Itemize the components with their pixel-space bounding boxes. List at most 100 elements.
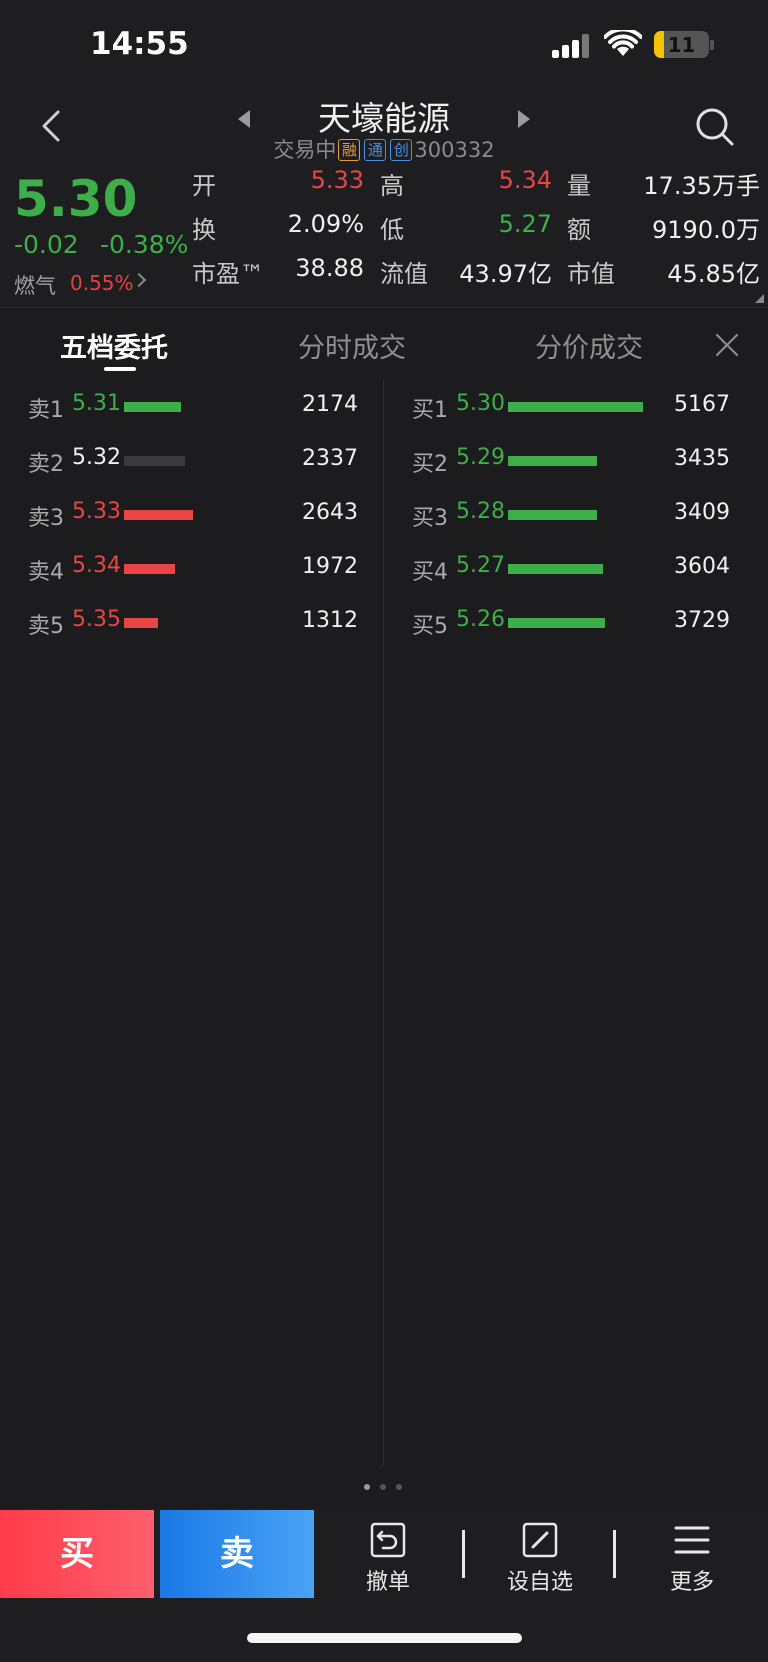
volume-value: 17.35万手 xyxy=(643,172,760,200)
battery-level: 11 xyxy=(667,33,696,57)
margin-tag: 融 xyxy=(338,139,361,161)
buy-level-label: 买5 xyxy=(412,614,448,639)
buy-price: 5.27 xyxy=(456,553,505,578)
high-value: 5.34 xyxy=(498,166,552,194)
buy-order-row[interactable]: 买2 5.29 3435 xyxy=(384,434,744,488)
current-price: 5.30 xyxy=(14,170,138,228)
tab-tick-trades[interactable]: 分时成交 xyxy=(298,326,406,365)
sell-level-label: 卖1 xyxy=(28,398,64,423)
buy-order-row[interactable]: 买1 5.30 5167 xyxy=(384,380,744,434)
sell-volume: 1972 xyxy=(302,554,358,579)
turnover-value: 2.09% xyxy=(287,210,364,238)
sell-price: 5.31 xyxy=(72,391,121,416)
sell-level-label: 卖3 xyxy=(28,506,64,531)
order-book: 卖1 5.31 2174 卖2 5.32 2337 卖3 5.33 2643 卖4 5.34 1972… xyxy=(0,380,768,1470)
buy-level-label: 买1 xyxy=(412,398,448,423)
buy-volume-bar xyxy=(508,564,603,574)
sell-order-row[interactable]: 卖4 5.34 1972 xyxy=(0,542,360,596)
page-indicator xyxy=(362,1484,408,1494)
add-watchlist-label: 设自选 xyxy=(506,1570,573,1595)
buy-volume-bar xyxy=(508,456,597,466)
more-label: 更多 xyxy=(669,1570,714,1595)
sell-order-row[interactable]: 卖2 5.32 2337 xyxy=(0,434,360,488)
high-label: 高 xyxy=(380,172,404,200)
active-tab-indicator xyxy=(104,367,136,371)
menu-icon xyxy=(674,1526,710,1554)
sell-price: 5.32 xyxy=(72,445,121,470)
sell-volume: 1312 xyxy=(302,608,358,633)
stock-code: 300332 xyxy=(414,138,495,162)
buy-order-row[interactable]: 买4 5.27 3604 xyxy=(384,542,744,596)
sell-level-label: 卖5 xyxy=(28,614,64,639)
market-cap-label: 市值 xyxy=(567,260,615,288)
search-icon[interactable] xyxy=(692,104,736,148)
wifi-icon xyxy=(604,30,642,56)
battery-tip xyxy=(710,40,714,50)
separator xyxy=(613,1530,616,1578)
buy-order-row[interactable]: 买3 5.28 3409 xyxy=(384,488,744,542)
buy-level-label: 买3 xyxy=(412,506,448,531)
sell-price: 5.34 xyxy=(72,553,121,578)
cancel-order-button[interactable]: 撤单 xyxy=(338,1522,438,1595)
chinext-tag: 创 xyxy=(390,139,413,161)
sell-price: 5.33 xyxy=(72,499,121,524)
amount-value: 9190.0万 xyxy=(652,216,760,244)
trading-status: 交易中 xyxy=(273,138,337,162)
buy-volume: 5167 xyxy=(674,392,730,417)
low-label: 低 xyxy=(380,216,404,244)
sell-order-row[interactable]: 卖1 5.31 2174 xyxy=(0,380,360,434)
cellular-signal-icon xyxy=(552,34,592,58)
buy-price: 5.26 xyxy=(456,607,505,632)
cancel-order-icon xyxy=(370,1522,406,1558)
sell-button[interactable]: 卖 xyxy=(160,1510,314,1598)
buy-level-label: 买4 xyxy=(412,560,448,585)
quote-panel: 5.30 -0.02 -0.38% 燃气 0.55% 开 5.33 高 5.34… xyxy=(0,162,768,308)
cancel-order-label: 撤单 xyxy=(365,1570,410,1595)
buy-volume: 3604 xyxy=(674,554,730,579)
sell-volume: 2337 xyxy=(302,446,358,471)
sell-volume: 2174 xyxy=(302,392,358,417)
sell-level-label: 卖4 xyxy=(28,560,64,585)
buy-volume-bar xyxy=(508,510,597,520)
home-indicator xyxy=(247,1633,522,1643)
stock-header: 天壕能源 交易中融通创 300332 xyxy=(0,92,768,162)
tab-price-volume[interactable]: 分价成交 xyxy=(535,326,643,365)
pe-value: 38.88 xyxy=(295,254,364,282)
low-value: 5.27 xyxy=(498,210,552,238)
sector-label[interactable]: 燃气 xyxy=(14,270,56,300)
buy-volume: 3435 xyxy=(674,446,730,471)
price-change-percent: -0.38% xyxy=(100,230,189,259)
open-label: 开 xyxy=(192,172,216,200)
pe-label: 市盈™ xyxy=(192,260,264,288)
close-icon[interactable] xyxy=(714,332,740,358)
edit-icon xyxy=(522,1522,558,1558)
detail-tabs: 五档委托 分时成交 分价成交 xyxy=(0,310,768,376)
sell-order-row[interactable]: 卖5 5.35 1312 xyxy=(0,596,360,650)
amount-label: 额 xyxy=(567,216,591,244)
expand-corner-icon[interactable] xyxy=(755,294,764,303)
stock-name: 天壕能源 xyxy=(318,99,450,138)
float-cap-value: 43.97亿 xyxy=(459,260,552,288)
sell-volume-bar xyxy=(124,564,175,574)
add-watchlist-button[interactable]: 设自选 xyxy=(490,1522,590,1595)
connect-tag: 通 xyxy=(364,139,387,161)
volume-label: 量 xyxy=(567,172,591,200)
market-cap-value: 45.85亿 xyxy=(667,260,760,288)
float-cap-label: 流值 xyxy=(380,260,428,288)
open-value: 5.33 xyxy=(310,166,364,194)
tab-five-level-orders[interactable]: 五档委托 xyxy=(60,326,168,365)
more-button[interactable]: 更多 xyxy=(642,1522,742,1595)
buy-level-label: 买2 xyxy=(412,452,448,477)
price-change: -0.02 xyxy=(14,230,79,259)
buy-order-row[interactable]: 买5 5.26 3729 xyxy=(384,596,744,650)
battery-icon: 11 xyxy=(654,31,709,58)
sell-price: 5.35 xyxy=(72,607,121,632)
sector-change[interactable]: 0.55% xyxy=(70,271,134,295)
buy-volume-bar xyxy=(508,618,605,628)
chevron-right-icon[interactable] xyxy=(131,272,147,288)
next-stock-icon[interactable] xyxy=(518,110,530,128)
buy-volume-bar xyxy=(508,402,643,412)
buy-button[interactable]: 买 xyxy=(0,1510,154,1598)
sell-order-row[interactable]: 卖3 5.33 2643 xyxy=(0,488,360,542)
sell-volume-bar xyxy=(124,402,181,412)
